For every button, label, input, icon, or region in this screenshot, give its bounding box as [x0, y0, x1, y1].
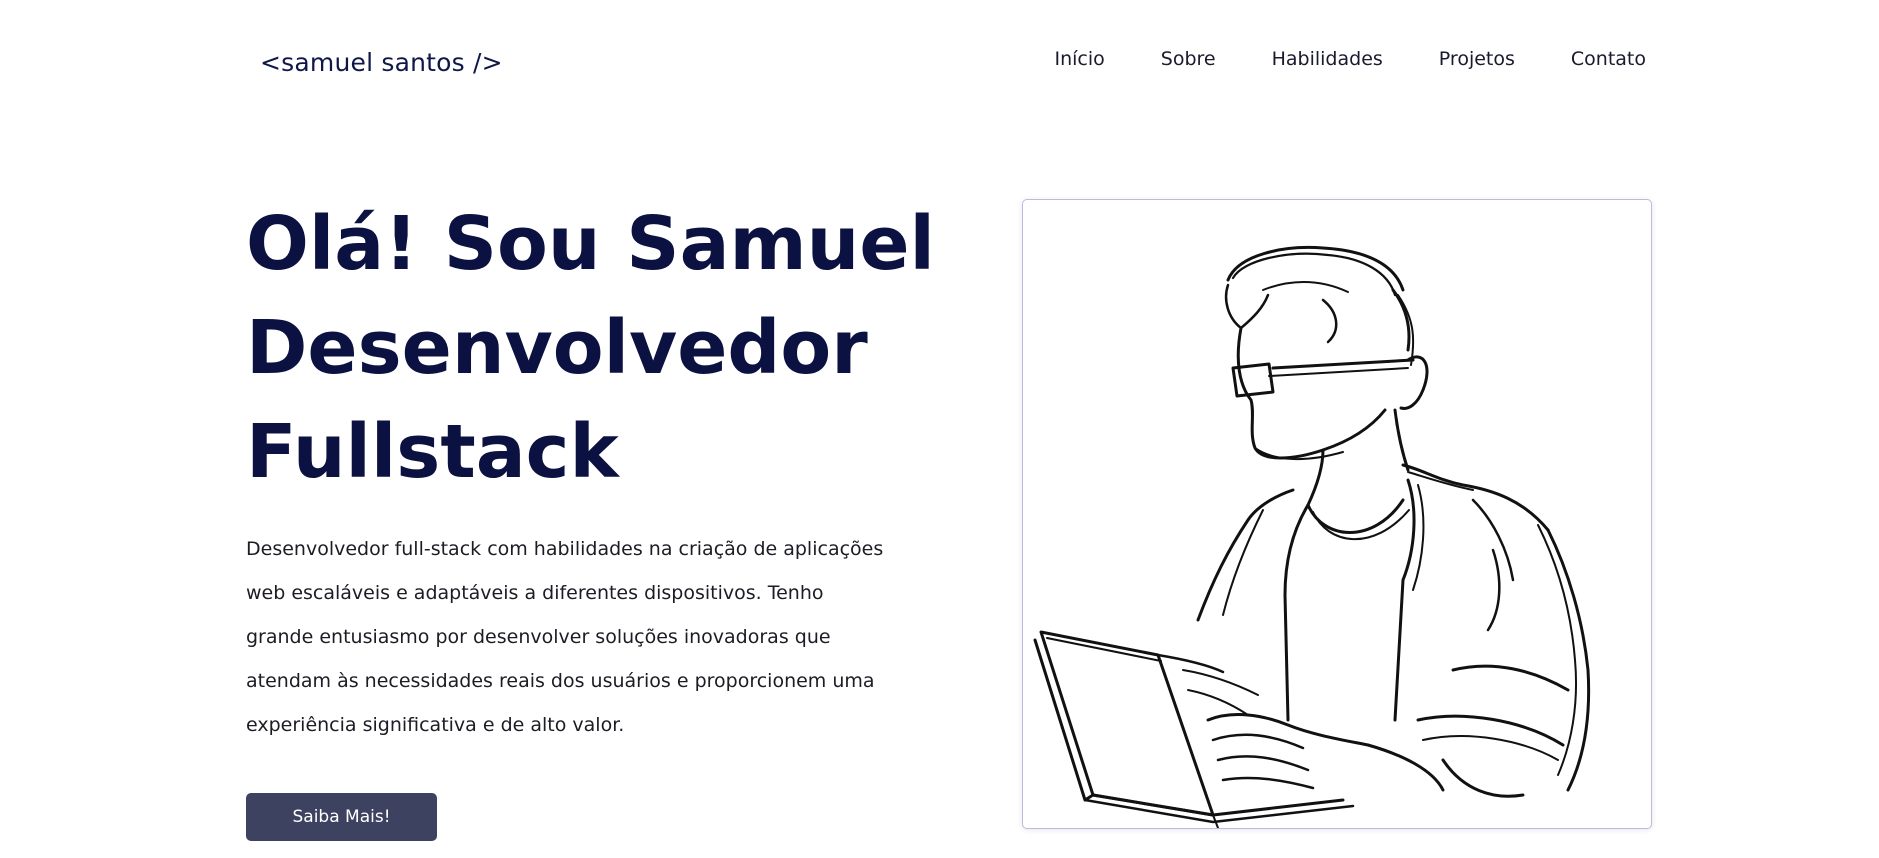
- hero-title-line: Fullstack: [246, 409, 619, 495]
- hero-description: Desenvolvedor full-stack com habilidades…: [246, 538, 884, 736]
- nav-item-inicio[interactable]: Início: [1054, 48, 1104, 70]
- logo[interactable]: <samuel santos />: [260, 48, 503, 77]
- nav-item-habilidades[interactable]: Habilidades: [1272, 48, 1383, 70]
- nav-item-sobre[interactable]: Sobre: [1161, 48, 1216, 70]
- hero-title: Olá! Sou Samuel Desenvolvedor Fullstack: [246, 192, 935, 504]
- nav-item-contato[interactable]: Contato: [1571, 48, 1646, 70]
- developer-illustration: [1033, 246, 1591, 828]
- nav-item-projetos[interactable]: Projetos: [1439, 48, 1515, 70]
- hero-illustration-card: [1022, 199, 1652, 829]
- hero-title-line: Olá! Sou Samuel: [246, 201, 935, 287]
- page: <samuel santos /> Início Sobre Habilidad…: [0, 0, 1879, 858]
- saiba-mais-button[interactable]: Saiba Mais!: [246, 793, 437, 841]
- hero-title-line: Desenvolvedor: [246, 305, 868, 391]
- main-nav: Início Sobre Habilidades Projetos Contat…: [1054, 48, 1646, 70]
